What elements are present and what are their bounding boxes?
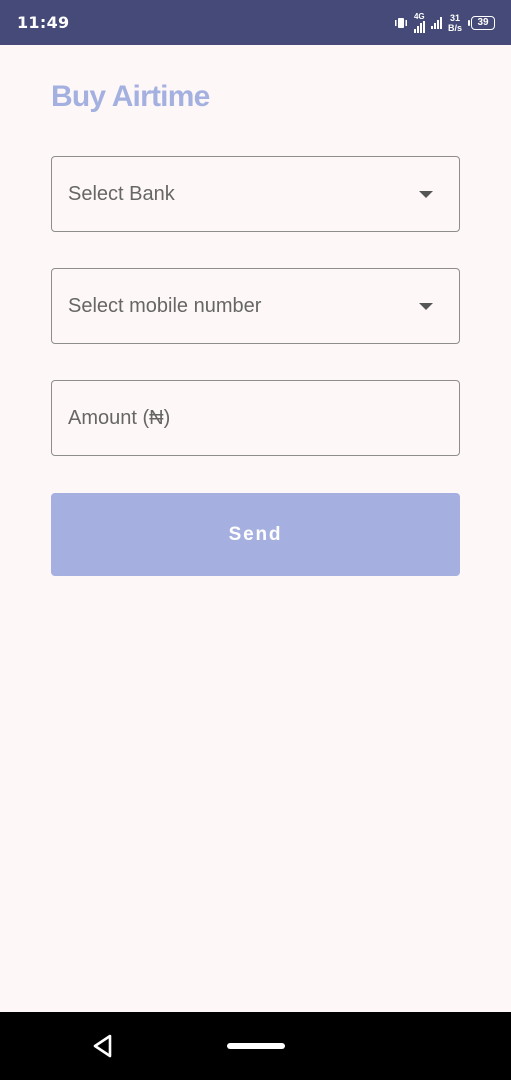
speed-unit: B/s	[447, 22, 462, 33]
speed-value: 31	[449, 12, 460, 23]
send-button[interactable]: Send	[51, 493, 460, 576]
select-mobile-number-dropdown[interactable]: Select mobile number	[51, 268, 460, 344]
page-title: Buy Airtime	[51, 80, 210, 113]
amount-placeholder: Amount (₦)	[68, 406, 171, 429]
status-icons: 4G 31 B/s 39	[394, 11, 495, 33]
network-speed: 31 B/s	[448, 13, 462, 33]
chevron-down-icon	[419, 302, 433, 310]
select-bank-label: Select Bank	[68, 182, 175, 205]
signal-bars-1	[413, 20, 425, 33]
vibrate-icon	[394, 16, 408, 30]
status-time: 11:49	[17, 13, 70, 32]
network-type-label: 4G	[413, 11, 425, 21]
back-icon[interactable]	[89, 1032, 117, 1060]
battery-nub	[468, 19, 470, 26]
battery-icon: 39	[468, 15, 495, 30]
battery-level: 39	[471, 15, 495, 30]
select-mobile-number-label: Select mobile number	[68, 294, 262, 317]
home-pill[interactable]	[227, 1043, 285, 1049]
chevron-down-icon	[419, 190, 433, 198]
signal-bars-2	[430, 16, 442, 29]
status-bar: 11:49 4G 31 B/s 39	[0, 0, 511, 45]
amount-input[interactable]: Amount (₦)	[51, 380, 460, 456]
select-bank-dropdown[interactable]: Select Bank	[51, 156, 460, 232]
navigation-bar	[0, 1012, 511, 1080]
signal-icon: 4G	[413, 11, 425, 33]
